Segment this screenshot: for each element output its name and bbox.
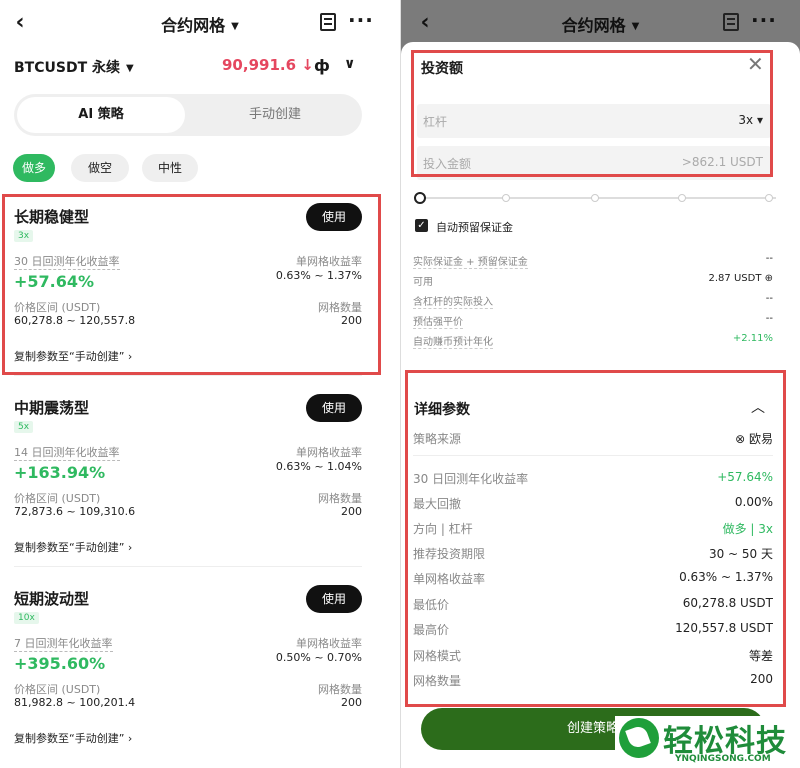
right-panel: ‹ 合约网格 ▼ ··· 投资额 ✕ 杠杆 3x ▾ 投入金额 >862.1 US… [401, 0, 800, 768]
slider-handle[interactable] [414, 192, 426, 204]
auto-margin-label: 自动预留保证金 [436, 221, 513, 234]
highlight-box [411, 50, 773, 177]
document-icon[interactable] [320, 13, 336, 31]
filter-neutral[interactable]: 中性 [142, 154, 198, 182]
leaf-logo-icon [619, 718, 659, 758]
copy-params-link[interactable]: 复制参数至“手动创建” › [14, 539, 132, 555]
range-label: 价格区间 (USDT) [14, 492, 101, 505]
slider-tick[interactable] [502, 194, 510, 202]
info-row: 预估强平价 -- [413, 313, 773, 329]
grid-yield-value: 0.50% ~ 0.70% [275, 651, 362, 664]
range-label: 价格区间 (USDT) [14, 683, 101, 696]
apr-value: +395.60% [14, 654, 106, 673]
document-icon[interactable] [723, 13, 739, 31]
info-row: 含杠杆的实际投入 -- [413, 293, 773, 309]
use-button[interactable]: 使用 [306, 394, 362, 422]
slider-tick[interactable] [765, 194, 773, 202]
use-button[interactable]: 使用 [306, 585, 362, 613]
copy-params-link[interactable]: 复制参数至“手动创建” › [14, 730, 132, 746]
strategy-name: 中期震荡型 [14, 399, 90, 417]
slider-tick[interactable] [591, 194, 599, 202]
page-title[interactable]: 合约网格 ▼ [0, 12, 400, 36]
strategy-name: 短期波动型 [14, 590, 90, 608]
tab-manual-create[interactable]: 手动创建 [192, 97, 358, 133]
auto-margin-checkbox[interactable]: ✓ [415, 219, 428, 232]
grid-count-value: 200 [341, 505, 362, 518]
apr-value: +163.94% [14, 463, 106, 482]
highlight-box [2, 194, 381, 375]
range-value: 81,982.8 ~ 100,201.4 [14, 696, 136, 709]
grid-yield-label: 单网格收益率 [296, 446, 362, 459]
leverage-badge: 10x [14, 612, 39, 624]
divider [14, 566, 362, 567]
filter-long[interactable]: 做多 [13, 154, 55, 182]
apr-label: 7 日回测年化收益率 [14, 637, 113, 652]
grid-count-value: 200 [341, 696, 362, 709]
info-row: 实际保证金 + 预留保证金 -- [413, 253, 773, 269]
candlestick-icon[interactable]: ф [314, 56, 330, 75]
leverage-badge: 5x [14, 421, 34, 433]
left-panel: ‹ 合约网格 ▼ ··· BTCUSDT 永续 ▼ 90,991.6 ↓ ф ∨ A… [0, 0, 400, 768]
caret-down-icon: ▼ [231, 21, 239, 32]
caret-down-icon: ▼ [631, 21, 640, 32]
more-icon[interactable]: ··· [348, 8, 374, 32]
filter-short[interactable]: 做空 [71, 154, 129, 182]
tab-ai-strategy[interactable]: AI 策略 [17, 97, 185, 133]
chevron-down-icon[interactable]: ∨ [344, 56, 355, 72]
apr-label: 14 日回测年化收益率 [14, 446, 120, 461]
grid-count-label: 网格数量 [318, 683, 362, 696]
strategy-card[interactable]: 中期震荡型 5x 使用 14 日回测年化收益率 单网格收益率 +163.94% … [0, 375, 380, 567]
grid-yield-label: 单网格收益率 [296, 637, 362, 650]
strategy-tabs: AI 策略 手动创建 [14, 94, 362, 136]
grid-yield-value: 0.63% ~ 1.04% [275, 460, 362, 473]
caret-down-icon: ▼ [126, 63, 134, 74]
top-bar: ‹ 合约网格 ▼ ··· [0, 0, 400, 46]
watermark-url: YNQINGSONG.COM [675, 754, 771, 764]
info-row: 自动赚币预计年化 +2.11% [413, 333, 773, 349]
grid-count-label: 网格数量 [318, 492, 362, 505]
more-icon[interactable]: ··· [751, 8, 777, 32]
watermark-logo: 轻松科技 YNQINGSONG.COM [615, 716, 800, 768]
slider-tick[interactable] [678, 194, 686, 202]
page-title[interactable]: 合约网格 ▼ [401, 12, 800, 36]
top-bar: ‹ 合约网格 ▼ ··· [401, 0, 800, 46]
range-value: 72,873.6 ~ 109,310.6 [14, 505, 136, 518]
highlight-box [405, 370, 786, 707]
divider [14, 375, 362, 376]
strategy-card[interactable]: 短期波动型 10x 使用 7 日回测年化收益率 单网格收益率 +395.60% … [0, 566, 380, 758]
pair-selector[interactable]: BTCUSDT 永续 ▼ [14, 57, 134, 77]
info-row: 可用 2.87 USDT ⊕ [413, 273, 773, 288]
last-price: 90,991.6 ↓ [222, 56, 314, 74]
